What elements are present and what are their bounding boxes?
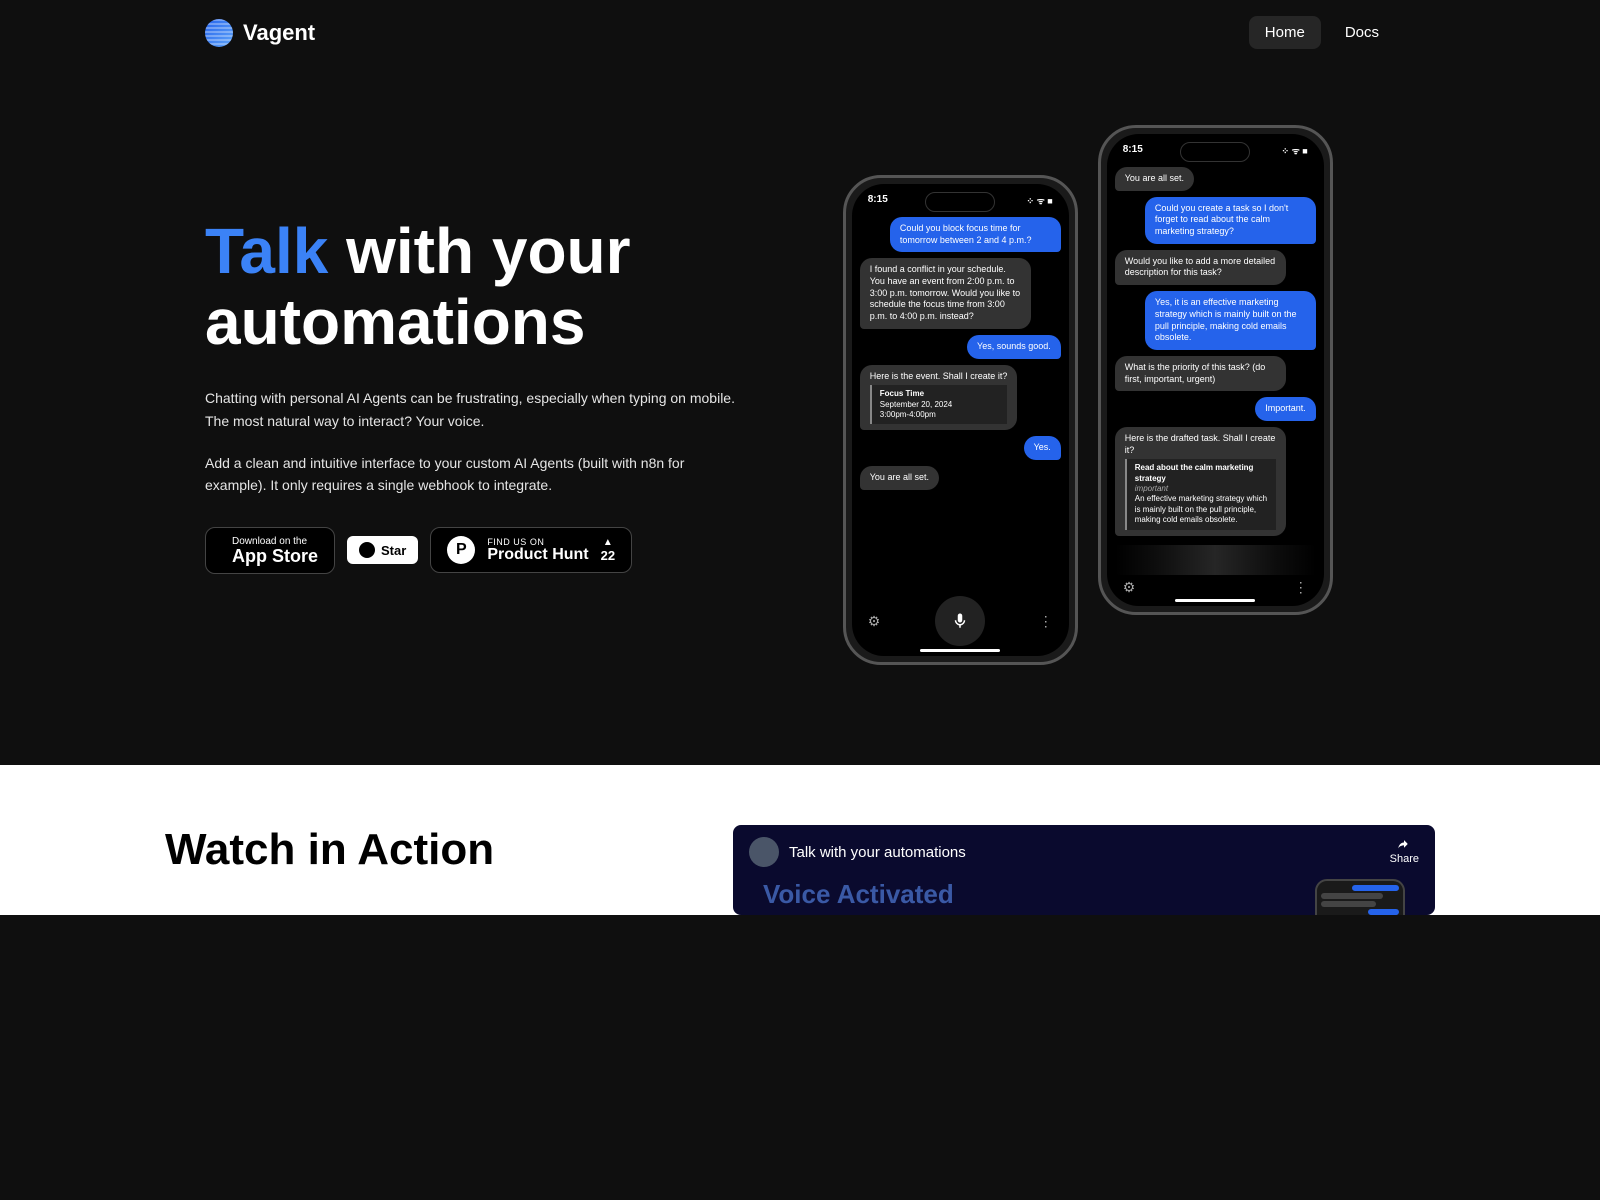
video-avatar — [749, 837, 779, 867]
video-title: Talk with your automations — [789, 844, 966, 861]
phone-bottom-bar: ⚙ ⋮ — [852, 586, 1069, 656]
bot-message: You are all set. — [1115, 167, 1194, 191]
section-heading: Watch in Action — [165, 825, 673, 875]
home-indicator — [1175, 599, 1255, 602]
user-message: Important. — [1255, 397, 1316, 421]
bot-message: I found a conflict in your schedule. You… — [860, 258, 1031, 328]
hero-title: Talk with your automations — [205, 216, 741, 357]
hero-title-accent: Talk — [205, 215, 328, 287]
logo-icon — [205, 19, 233, 47]
ph-vote-count: 22 — [601, 548, 615, 563]
user-message: Yes, sounds good. — [967, 335, 1061, 359]
github-icon — [359, 542, 375, 558]
bot-message: Would you like to add a more detailed de… — [1115, 250, 1286, 285]
voice-waveform — [1115, 545, 1316, 575]
phone-notch — [925, 192, 995, 212]
cta-buttons: Download on the App Store Star P FIND US… — [205, 527, 741, 574]
mic-button[interactable] — [935, 596, 985, 646]
share-icon — [1396, 839, 1412, 853]
mini-phone-thumbnail — [1315, 879, 1405, 915]
bot-message: Here is the event. Shall I create it? Fo… — [860, 365, 1018, 431]
header: Vagent Home Docs — [165, 0, 1435, 65]
nav-home[interactable]: Home — [1249, 16, 1321, 49]
appstore-big: App Store — [232, 547, 318, 565]
brand-name: Vagent — [243, 20, 315, 46]
main-nav: Home Docs — [1249, 16, 1395, 49]
user-message: Could you create a task so I don't forge… — [1145, 197, 1316, 244]
producthunt-button[interactable]: P FIND US ON Product Hunt ▲ 22 — [430, 527, 632, 573]
github-label: Star — [381, 543, 406, 558]
hero-desc-2: Add a clean and intuitive interface to y… — [205, 452, 741, 497]
watch-section: Watch in Action Talk with your automatio… — [0, 765, 1600, 915]
phone-mockup-1: 8:15 ⁘ ᯤ ■ Could you block focus time fo… — [843, 175, 1078, 665]
status-icons: ⁘ ᯤ ■ — [1027, 194, 1053, 207]
phone-mockup-2: 8:15 ⁘ ᯤ ■ You are all set. Could you cr… — [1098, 125, 1333, 615]
user-message: Could you block focus time for tomorrow … — [890, 217, 1061, 252]
producthunt-icon: P — [447, 536, 475, 564]
user-message: Yes. — [1024, 436, 1061, 460]
nav-docs[interactable]: Docs — [1329, 16, 1395, 49]
phone-notch — [1180, 142, 1250, 162]
share-button[interactable]: Share — [1390, 839, 1419, 865]
upvote-icon: ▲ — [603, 537, 613, 548]
clock-time: 8:15 — [1123, 144, 1143, 157]
chat-thread-2: You are all set. Could you create a task… — [1107, 161, 1324, 541]
ph-big: Product Hunt — [487, 547, 588, 563]
task-card: Read about the calm marketing strategy i… — [1125, 459, 1276, 529]
home-indicator — [920, 649, 1000, 652]
mic-icon — [951, 612, 969, 630]
hero-content: Talk with your automations Chatting with… — [205, 216, 741, 573]
hero-section: Talk with your automations Chatting with… — [165, 65, 1435, 765]
logo[interactable]: Vagent — [205, 19, 315, 47]
appstore-button[interactable]: Download on the App Store — [205, 527, 335, 574]
settings-icon[interactable]: ⚙ — [1123, 579, 1136, 596]
more-icon[interactable]: ⋮ — [1039, 613, 1053, 630]
more-icon[interactable]: ⋮ — [1294, 579, 1308, 596]
github-star-button[interactable]: Star — [347, 536, 418, 564]
bot-message: You are all set. — [860, 466, 939, 490]
status-icons: ⁘ ᯤ ■ — [1282, 144, 1308, 157]
event-card: Focus Time September 20, 2024 3:00pm-4:0… — [870, 385, 1008, 424]
video-preview[interactable]: Talk with your automations Share Voice A… — [733, 825, 1435, 915]
video-overlay-text: Voice Activated — [763, 879, 954, 915]
clock-time: 8:15 — [868, 194, 888, 207]
chat-thread-1: Could you block focus time for tomorrow … — [852, 211, 1069, 586]
bot-message: What is the priority of this task? (do f… — [1115, 356, 1286, 391]
settings-icon[interactable]: ⚙ — [868, 613, 881, 630]
hero-desc-1: Chatting with personal AI Agents can be … — [205, 387, 741, 432]
user-message: Yes, it is an effective marketing strate… — [1145, 291, 1316, 350]
bot-message: Here is the drafted task. Shall I create… — [1115, 427, 1286, 536]
hero-phones: 8:15 ⁘ ᯤ ■ Could you block focus time fo… — [781, 125, 1396, 665]
